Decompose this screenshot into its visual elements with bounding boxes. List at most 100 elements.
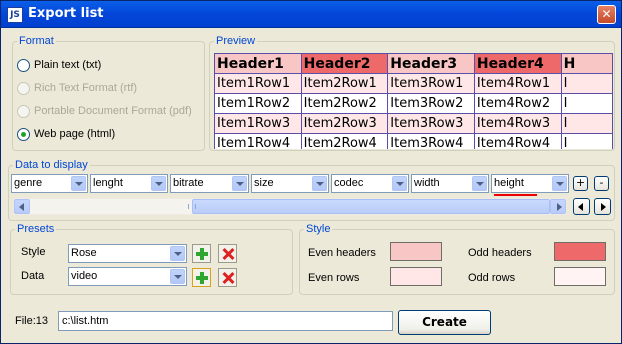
preview-cell: I — [560, 93, 613, 114]
column-select-bitrate[interactable]: bitrate — [170, 174, 249, 193]
column-select-width[interactable]: width — [411, 174, 489, 193]
preview-header-cell: Header1 — [214, 53, 302, 74]
remove-column-button[interactable]: - — [594, 176, 609, 191]
odd-rows-label: Odd rows — [468, 272, 516, 284]
add-column-button[interactable]: + — [573, 176, 588, 191]
delete-style-preset-button[interactable] — [218, 244, 237, 263]
column-select-lenght[interactable]: lenght — [90, 174, 168, 193]
chevron-down-icon[interactable] — [552, 176, 567, 191]
odd-headers-label: Odd headers — [468, 247, 532, 259]
radio-pdf: Portable Document Format (pdf) — [17, 103, 192, 119]
chevron-down-icon[interactable] — [392, 176, 407, 191]
chevron-down-icon[interactable] — [170, 269, 185, 284]
chevron-down-icon[interactable] — [232, 176, 247, 191]
preview-cell: Item4Row3 — [473, 113, 562, 134]
move-right-button[interactable] — [594, 198, 611, 215]
style-legend: Style — [306, 223, 331, 235]
column-select-codec[interactable]: codec — [331, 174, 409, 193]
scrollbar-thumb[interactable] — [192, 199, 550, 214]
preview-table: Header1 Header2 Header3 Header4 H Item1R… — [214, 53, 613, 149]
even-headers-label: Even headers — [308, 247, 376, 259]
preview-cell: Item2Row3 — [300, 113, 389, 134]
preview-cell: I — [560, 113, 613, 134]
preview-cell: Item4Row2 — [473, 93, 562, 114]
column-select-value: bitrate — [173, 177, 204, 189]
preview-cell: Item3Row4 — [387, 133, 475, 149]
column-select-value: lenght — [93, 177, 123, 189]
column-select-genre[interactable]: genre — [11, 174, 88, 193]
column-select-size[interactable]: size — [251, 174, 329, 193]
preset-style-value: Rose — [71, 247, 97, 259]
chevron-down-icon[interactable] — [151, 176, 166, 191]
app-icon: JS — [7, 7, 23, 23]
column-select-value: width — [414, 177, 440, 189]
preview-header-row: Header1 Header2 Header3 Header4 H — [214, 53, 613, 74]
spell-check-underline — [494, 194, 537, 196]
file-path-input[interactable] — [59, 312, 392, 330]
even-headers-color-swatch[interactable] — [390, 242, 442, 261]
scrollbar-grip — [188, 204, 196, 209]
chevron-down-icon[interactable] — [472, 176, 487, 191]
scroll-left-arrow-icon[interactable] — [14, 199, 30, 214]
radio-button — [17, 104, 30, 118]
radio-button-selected[interactable] — [17, 127, 30, 141]
preview-cell: I — [560, 133, 613, 149]
preset-style-select[interactable]: Rose — [68, 244, 187, 263]
create-button[interactable]: Create — [398, 310, 491, 335]
preview-cell: I — [560, 73, 613, 94]
preview-header-cell: Header2 — [300, 53, 389, 74]
radio-label-pdf: Portable Document Format (pdf) — [34, 105, 192, 117]
add-data-preset-button[interactable] — [192, 268, 211, 287]
radio-plain-text[interactable]: Plain text (txt) — [17, 57, 101, 73]
add-style-preset-button[interactable] — [192, 244, 211, 263]
export-list-window: JS Export list ✕ Format Plain text (txt)… — [0, 0, 622, 344]
preview-row: Item1Row1 Item2Row1 Item3Row1 Item4Row1 … — [214, 73, 613, 94]
preview-cell: Item3Row3 — [387, 113, 475, 134]
preview-cell: Item3Row2 — [387, 93, 475, 114]
preview-table-container: Header1 Header2 Header3 Header4 H Item1R… — [214, 53, 613, 149]
preset-data-value: video — [71, 270, 98, 282]
preview-cell: Item1Row2 — [214, 93, 302, 114]
column-select-height[interactable]: height — [491, 174, 569, 193]
column-select-value: genre — [14, 177, 43, 189]
even-rows-color-swatch[interactable] — [390, 267, 442, 286]
format-group: Format Plain text (txt) Rich Text Format… — [12, 35, 205, 151]
radio-web-page[interactable]: Web page (html) — [17, 126, 115, 142]
presets-legend: Presets — [17, 223, 55, 235]
preset-data-select[interactable]: video — [68, 267, 187, 286]
title-bar[interactable]: JS Export list ✕ — [1, 1, 621, 28]
close-icon[interactable]: ✕ — [597, 5, 616, 24]
file-label: File:13 — [15, 315, 49, 327]
column-select-value: height — [494, 177, 524, 189]
columns-horizontal-scrollbar[interactable] — [13, 198, 567, 215]
preview-legend: Preview — [216, 35, 256, 47]
radio-label-web-page: Web page (html) — [34, 128, 116, 140]
format-legend: Format — [19, 35, 54, 47]
odd-rows-color-swatch[interactable] — [554, 267, 606, 286]
preview-cell: Item2Row4 — [300, 133, 389, 149]
preview-cell: Item1Row3 — [214, 113, 302, 134]
preset-data-label: Data — [21, 270, 45, 282]
preview-header-cell: H — [560, 53, 613, 74]
move-left-button[interactable] — [573, 198, 590, 215]
preview-row: Item1Row3 Item2Row3 Item3Row3 Item4Row3 … — [214, 113, 613, 134]
chevron-down-icon[interactable] — [312, 176, 327, 191]
chevron-down-icon[interactable] — [170, 246, 185, 261]
preview-cell: Item3Row1 — [387, 73, 475, 94]
delete-data-preset-button[interactable] — [218, 268, 237, 287]
scroll-right-arrow-icon[interactable] — [550, 199, 566, 214]
file-path-field[interactable] — [58, 311, 393, 331]
odd-headers-color-swatch[interactable] — [554, 242, 606, 261]
radio-button[interactable] — [17, 58, 30, 72]
preview-cell: Item4Row4 — [473, 133, 562, 149]
even-rows-label: Even rows — [308, 272, 360, 284]
radio-button — [17, 81, 30, 95]
chevron-down-icon[interactable] — [71, 176, 86, 191]
preview-header-cell: Header4 — [473, 53, 562, 74]
preview-header-cell: Header3 — [387, 53, 475, 74]
preview-cell: Item1Row4 — [214, 133, 302, 149]
preview-cell: Item4Row1 — [473, 73, 562, 94]
column-select-value: size — [254, 177, 274, 189]
data-to-display-legend: Data to display — [15, 159, 88, 171]
preview-cell: Item1Row1 — [214, 73, 302, 94]
